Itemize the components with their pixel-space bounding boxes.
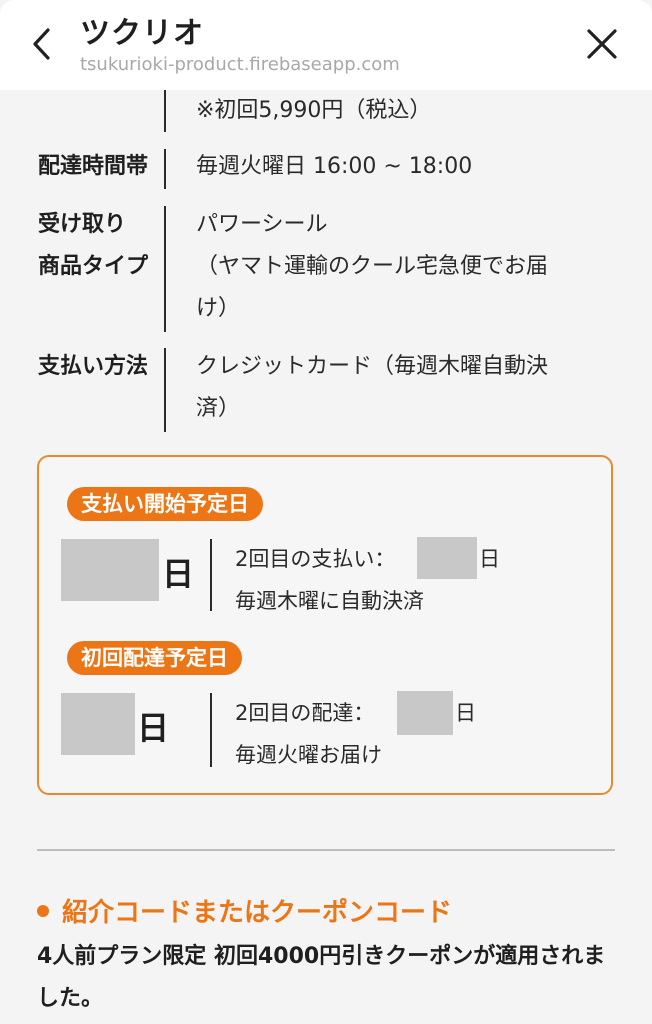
payment-method-line1: クレジットカード（毎週木曜自動決 [196, 354, 549, 379]
card-divider [210, 539, 212, 611]
first-delivery-pill: 初回配達予定日 [67, 641, 242, 675]
coupon-applied-message: 4人前プラン限定 初回4000円引きクーポンが適用されました。 [37, 944, 606, 1011]
receive-value-line2: （ヤマト運輸のクール宅急便でお届 [196, 254, 549, 279]
receive-label-line1: 受け取り [38, 212, 127, 237]
payment-start-pill: 支払い開始予定日 [67, 487, 263, 521]
row-divider [164, 348, 166, 432]
row-divider [164, 206, 166, 332]
receive-value-line1: パワーシール [196, 212, 328, 237]
redacted-delivery-second [397, 691, 453, 735]
close-button[interactable] [580, 22, 624, 66]
browser-header: ツクリオ tsukurioki-product.firebaseapp.com [0, 0, 652, 90]
back-button[interactable] [20, 22, 64, 66]
receive-label-line2: 商品タイプ [38, 254, 149, 279]
receive-value-line3: け） [196, 296, 241, 321]
bullet-dot-icon [37, 905, 49, 917]
payment-method-row: 支払い方法 クレジットカード（毎週木曜自動決 済） [0, 346, 652, 434]
chevron-left-icon [33, 28, 50, 60]
receive-type-row: 受け取り 商品タイプ パワーシール （ヤマト運輸のクール宅急便でお届 け） [0, 204, 652, 334]
delivery-day-suffix: 日 [137, 709, 170, 747]
redacted-payment-day [61, 539, 159, 601]
section-divider [37, 849, 615, 851]
redacted-payment-second [417, 537, 477, 579]
payment-method-label: 支払い方法 [38, 354, 149, 379]
delivery-slot-row: 配達時間帯 毎週火曜日 16:00 ~ 18:00 [0, 146, 652, 189]
payment-note: 毎週木曜に自動決済 [235, 589, 424, 613]
delivery-slot-label: 配達時間帯 [38, 154, 149, 179]
card-divider [210, 693, 212, 767]
close-icon [587, 29, 617, 59]
delivery-slot-value: 毎週火曜日 16:00 ~ 18:00 [196, 154, 473, 179]
payment-second-prefix: 2回目の支払い： [235, 547, 396, 571]
delivery-second-suffix: 日 [455, 701, 476, 725]
delivery-second-prefix: 2回目の配達： [235, 701, 375, 725]
price-row: ※初回5,990円（税込） [0, 90, 652, 132]
delivery-note: 毎週火曜お届け [235, 743, 382, 767]
redacted-delivery-day [61, 693, 135, 755]
payment-second-suffix: 日 [479, 547, 500, 571]
payment-day-suffix: 日 [162, 555, 195, 593]
schedule-card: 支払い開始予定日 日 2回目の支払い： 日 毎週木曜に自動決済 初回配達予定日 … [37, 455, 613, 795]
page-title: ツクリオ [80, 16, 204, 51]
row-divider [164, 90, 166, 132]
page-url: tsukurioki-product.firebaseapp.com [80, 54, 400, 75]
price-note: ※初回5,990円（税込） [196, 98, 432, 123]
payment-method-line2: 済） [196, 396, 241, 421]
coupon-section-title: 紹介コードまたはクーポンコード [62, 898, 453, 928]
row-divider [164, 149, 166, 189]
